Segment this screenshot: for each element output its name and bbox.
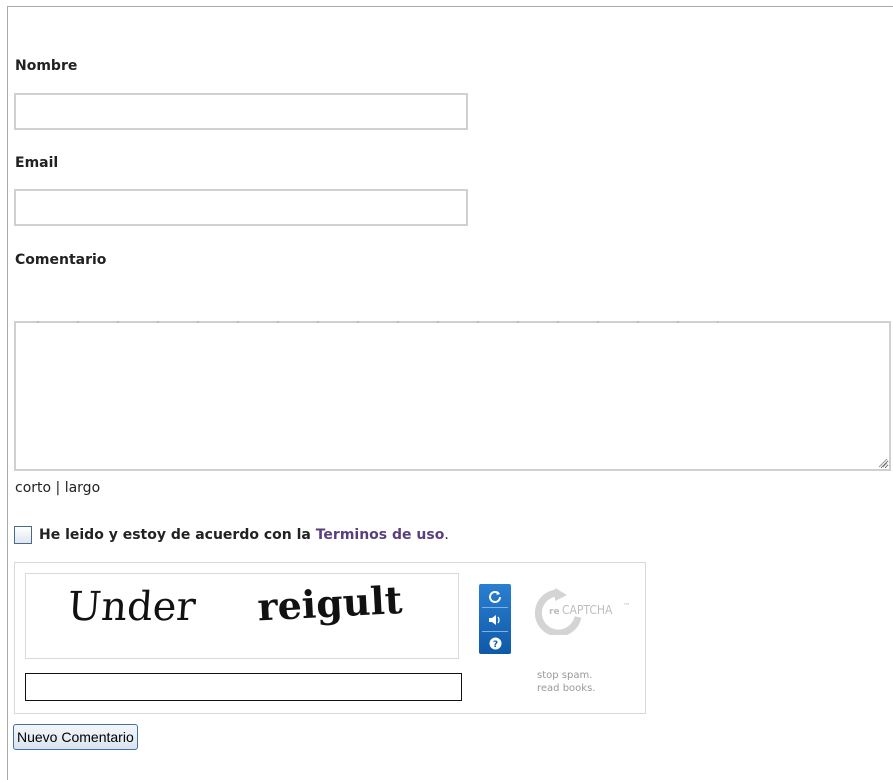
terms-checkbox[interactable] [14,526,32,544]
name-input[interactable] [14,93,468,130]
svg-text:?: ? [492,640,497,650]
new-comment-button[interactable]: Nuevo Comentario [13,724,138,750]
size-separator: | [51,480,65,496]
comment-size-toggle: corto | largo [15,480,100,496]
svg-text:re: re [549,607,560,617]
recaptcha-tagline: stop spam. read books. [537,670,596,694]
email-input[interactable] [14,189,468,226]
resize-grip-icon[interactable] [876,456,888,468]
svg-text:CAPTCHA: CAPTCHA [562,603,613,617]
help-icon[interactable]: ? [479,632,511,655]
name-label: Nombre [15,58,78,74]
terms-row: He leido y estoy de acuerdo con la Termi… [14,525,449,545]
comment-label: Comentario [15,252,107,268]
refresh-icon[interactable] [479,584,511,607]
email-label: Email [15,155,59,171]
captcha-word-2: reigult [256,577,403,630]
captcha-word-1: Under [66,584,198,630]
captcha-answer-input[interactable] [25,673,462,701]
recaptcha-logo: re CAPTCHA ™ [535,588,630,635]
comment-textarea[interactable] [14,321,891,471]
captcha-controls: ? [479,584,511,654]
svg-text:™: ™ [623,602,630,610]
dotted-divider [18,321,718,323]
terms-text: He leido y estoy de acuerdo con la [39,527,316,543]
recaptcha-widget: Under reigult ? re CAPTCHA ™ stop spam. … [14,562,646,714]
terms-link[interactable]: Terminos de uso [316,527,445,543]
captcha-image: Under reigult [25,573,459,659]
terms-period: . [444,527,449,543]
audio-icon[interactable] [479,608,511,631]
size-long-link[interactable]: largo [65,480,100,496]
size-short-link[interactable]: corto [15,480,51,496]
